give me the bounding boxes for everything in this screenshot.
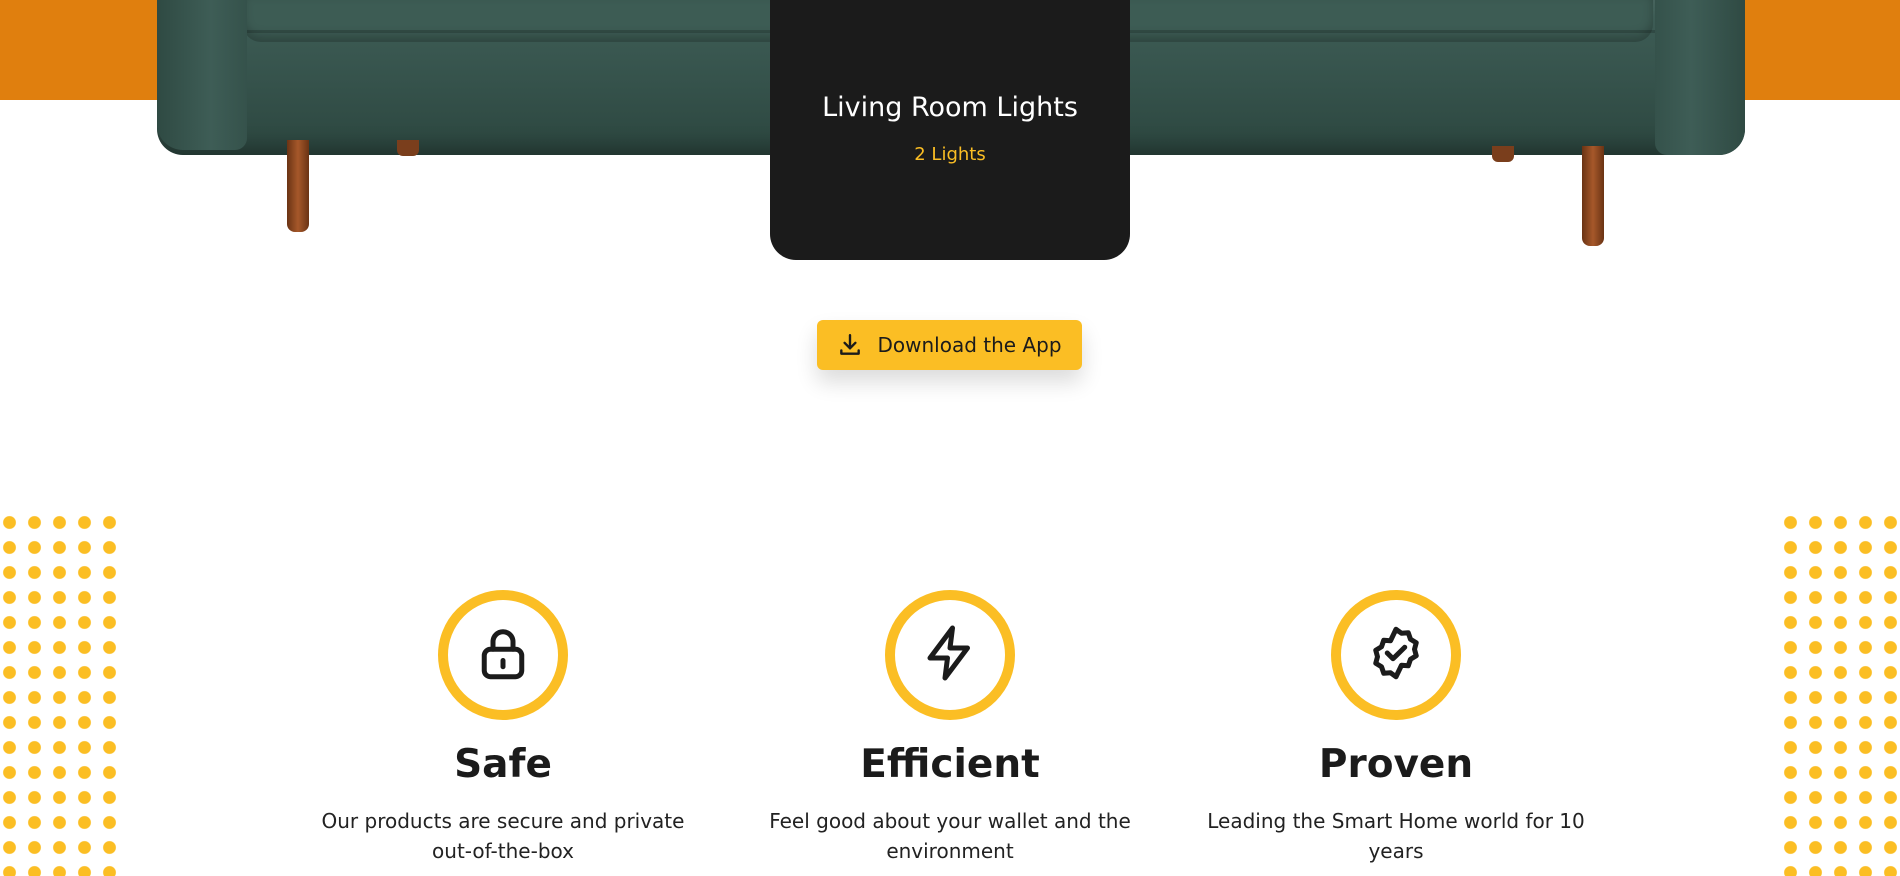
download-icon (837, 332, 863, 358)
feature-title: Proven (1318, 742, 1474, 787)
sofa-leg-back-right (1492, 146, 1514, 162)
feature-icon-ring (885, 590, 1015, 720)
feature-title: Safe (454, 742, 552, 787)
lock-icon (473, 623, 533, 688)
sofa-leg-back-left (397, 140, 419, 156)
download-app-label: Download the App (877, 333, 1062, 357)
room-card-subtitle: 2 Lights (914, 144, 986, 165)
badge-check-icon (1366, 623, 1426, 688)
feature-efficient: Efficient Feel good about your wallet an… (730, 590, 1170, 866)
dot-pattern-left (0, 510, 117, 876)
feature-icon-ring (438, 590, 568, 720)
sofa-arm-right (1655, 0, 1745, 155)
feature-title: Efficient (860, 742, 1040, 787)
lightning-icon (920, 623, 980, 688)
sofa-leg-front-left (287, 140, 309, 232)
room-card[interactable]: Living Room Lights 2 Lights (770, 0, 1130, 260)
room-card-title: Living Room Lights (822, 92, 1078, 123)
sofa-arm-left (157, 0, 247, 150)
feature-icon-ring (1331, 590, 1461, 720)
feature-description: Our products are secure and private out-… (321, 809, 685, 863)
sofa-leg-front-right (1582, 146, 1604, 246)
feature-safe: Safe Our products are secure and private… (283, 590, 723, 866)
dot-pattern-right (1778, 510, 1898, 876)
feature-proven: Proven Leading the Smart Home world for … (1176, 590, 1616, 866)
download-app-button[interactable]: Download the App (817, 320, 1082, 370)
feature-description: Feel good about your wallet and the envi… (769, 809, 1131, 863)
feature-description: Leading the Smart Home world for 10 year… (1207, 809, 1585, 863)
hero-section: Living Room Lights 2 Lights (0, 0, 1900, 270)
